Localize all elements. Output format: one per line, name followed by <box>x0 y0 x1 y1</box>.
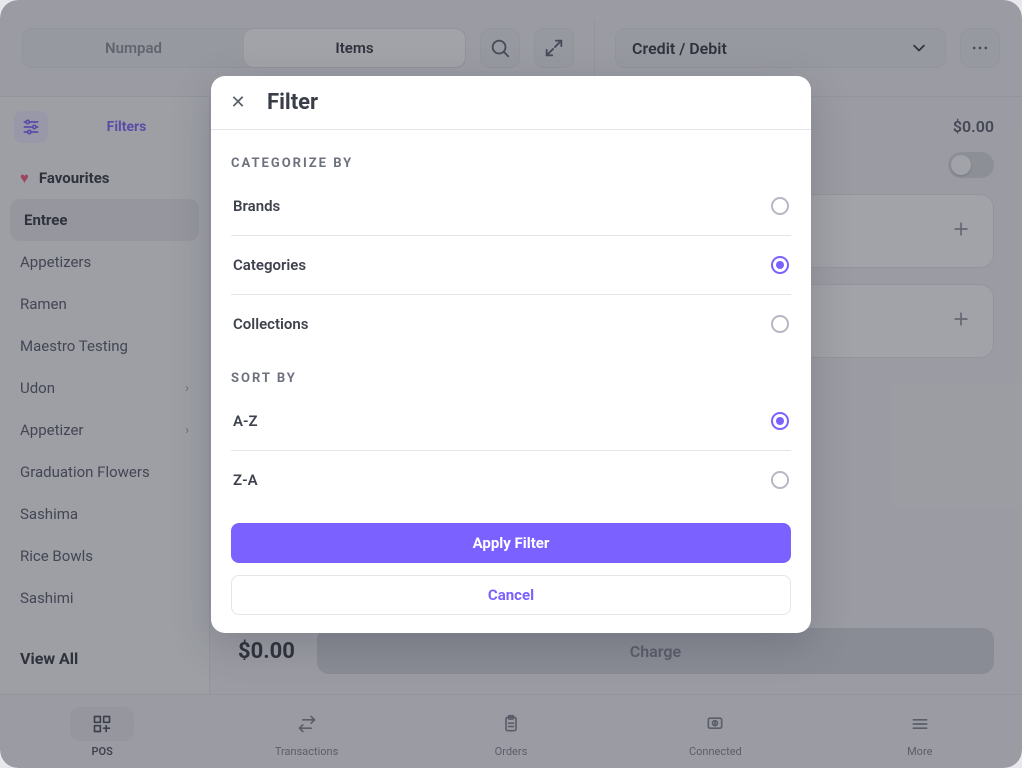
filter-option-label: A-Z <box>233 412 258 430</box>
filter-modal-header: ✕ Filter <box>211 76 811 130</box>
filter-option-label: Brands <box>233 197 280 215</box>
filter-section-title: Sort By <box>231 371 791 386</box>
filter-option-a-z[interactable]: A-Z <box>231 392 791 451</box>
radio-icon <box>771 471 789 489</box>
app-window: Numpad Items Credit / Debit Filters <box>0 0 1022 768</box>
radio-icon <box>771 412 789 430</box>
apply-filter-button[interactable]: Apply Filter <box>231 523 791 563</box>
radio-icon <box>771 256 789 274</box>
filter-option-label: Categories <box>233 256 306 274</box>
filter-modal-footer: Apply Filter Cancel <box>211 515 811 633</box>
radio-icon <box>771 197 789 215</box>
filter-option-categories[interactable]: Categories <box>231 236 791 295</box>
filter-section-title: Categorize By <box>231 156 791 171</box>
filter-modal-title: Filter <box>267 90 318 115</box>
filter-modal: ✕ Filter Categorize By Brands Categories Co… <box>211 76 811 633</box>
close-icon[interactable]: ✕ <box>227 92 249 113</box>
radio-icon <box>771 315 789 333</box>
filter-option-brands[interactable]: Brands <box>231 177 791 236</box>
filter-modal-body: Categorize By Brands Categories Collections… <box>211 130 811 515</box>
filter-option-collections[interactable]: Collections <box>231 295 791 353</box>
cancel-button[interactable]: Cancel <box>231 575 791 615</box>
filter-option-label: Z-A <box>233 471 258 489</box>
filter-option-z-a[interactable]: Z-A <box>231 451 791 509</box>
filter-option-label: Collections <box>233 315 309 333</box>
